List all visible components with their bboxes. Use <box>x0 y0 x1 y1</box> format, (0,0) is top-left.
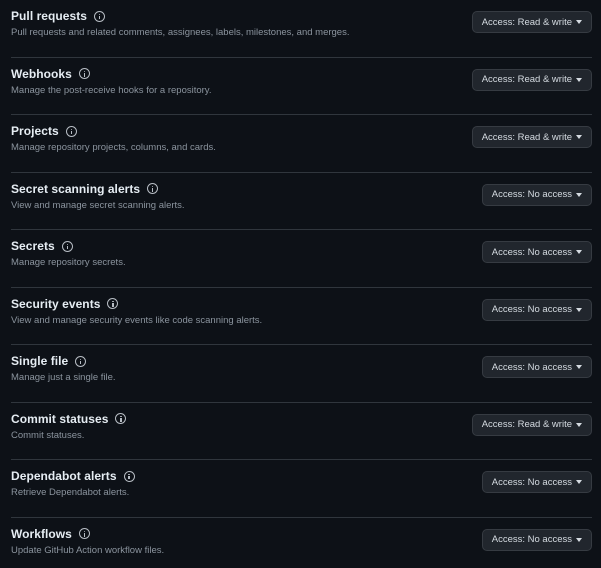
access-label: Access: No access <box>491 476 572 488</box>
permission-row-webhooks: Webhooks Manage the post-receive hooks f… <box>0 58 601 115</box>
permission-description: Manage just a single file. <box>11 372 116 383</box>
permission-title-line: Pull requests <box>11 8 106 24</box>
access-dropdown-button[interactable]: Access: Read & write <box>471 11 592 33</box>
info-icon[interactable] <box>107 298 119 309</box>
permission-title-line: Secret scanning alerts <box>11 181 159 197</box>
access-dropdown-button[interactable]: Access: Read & write <box>471 126 592 148</box>
access-label: Access: Read & write <box>481 419 572 430</box>
access-dropdown-button[interactable]: Access: No access <box>481 356 592 378</box>
permission-description: Pull requests and related comments, assi… <box>11 27 350 38</box>
permission-title: Security events <box>11 296 101 311</box>
permission-title: Commit statuses <box>11 411 109 426</box>
caret-down-icon <box>576 480 582 484</box>
caret-down-icon <box>576 307 582 312</box>
permission-description: Commit statuses. <box>11 429 85 441</box>
permission-row-security-events: Security events View and manage security… <box>0 288 601 345</box>
permission-title: Pull requests <box>11 9 88 23</box>
access-dropdown-button[interactable]: Access: No access <box>481 241 592 263</box>
permission-description: Manage repository projects, columns, and… <box>11 142 216 153</box>
permissions-list: Pull requests Pull requests and related … <box>0 0 601 568</box>
permission-title: Webhooks <box>11 66 72 81</box>
caret-down-icon <box>576 192 582 197</box>
access-label: Access: No access <box>491 361 572 373</box>
permission-title-line: Workflows <box>11 526 90 542</box>
access-dropdown-button[interactable]: Access: No access <box>481 471 592 493</box>
info-icon[interactable] <box>78 68 90 79</box>
caret-down-icon <box>576 135 582 139</box>
info-icon[interactable] <box>123 470 135 482</box>
permission-row-single-file: Single file Manage just a single file. A… <box>0 345 601 403</box>
permission-title: Dependabot alerts <box>11 469 117 483</box>
access-dropdown-button[interactable]: Access: No access <box>481 528 592 551</box>
info-icon[interactable] <box>147 183 159 194</box>
info-icon[interactable] <box>75 355 87 367</box>
permission-title-line: Commit statuses <box>11 411 127 427</box>
permission-row-dependabot-alerts: Dependabot alerts Retrieve Dependabot al… <box>0 460 601 518</box>
caret-down-icon <box>576 365 582 369</box>
permission-title-line: Webhooks <box>11 66 90 82</box>
access-label: Access: Read & write <box>481 16 572 28</box>
access-label: Access: No access <box>491 304 572 315</box>
permission-row-pull-requests: Pull requests Pull requests and related … <box>0 0 601 58</box>
permission-title-line: Secrets <box>11 238 73 254</box>
access-label: Access: No access <box>491 189 572 200</box>
permission-title-line: Security events <box>11 296 119 312</box>
permission-description: Update GitHub Action workflow files. <box>11 544 165 556</box>
permission-title-line: Single file <box>11 353 87 369</box>
caret-down-icon <box>576 77 582 82</box>
permission-row-secrets: Secrets Manage repository secrets. Acces… <box>0 230 601 288</box>
permission-title-line: Projects <box>11 123 77 139</box>
permission-title: Secret scanning alerts <box>11 181 141 196</box>
permission-title-line: Dependabot alerts <box>11 468 135 484</box>
permission-title: Workflows <box>11 526 72 541</box>
permission-description: Retrieve Dependabot alerts. <box>11 487 130 498</box>
access-dropdown-button[interactable]: Access: No access <box>481 183 592 206</box>
access-label: Access: No access <box>491 246 572 258</box>
permission-row-commit-statuses: Commit statuses Commit statuses. Access:… <box>0 403 601 460</box>
caret-down-icon <box>576 537 582 542</box>
permission-title: Secrets <box>11 239 55 253</box>
permission-description: View and manage secret scanning alerts. <box>11 199 185 211</box>
info-icon[interactable] <box>115 413 127 424</box>
access-label: Access: No access <box>491 534 572 545</box>
permission-description: Manage repository secrets. <box>11 257 126 268</box>
permission-description: Manage the post-receive hooks for a repo… <box>11 84 212 96</box>
permission-title: Single file <box>11 354 69 368</box>
caret-down-icon <box>576 20 582 24</box>
permission-description: View and manage security events like cod… <box>11 314 263 326</box>
caret-down-icon <box>576 250 582 254</box>
permission-title: Projects <box>11 124 59 138</box>
access-label: Access: Read & write <box>481 131 572 143</box>
access-dropdown-button[interactable]: Access: No access <box>481 298 592 321</box>
access-dropdown-button[interactable]: Access: Read & write <box>471 68 592 91</box>
caret-down-icon <box>576 422 582 427</box>
info-icon[interactable] <box>94 10 106 22</box>
access-dropdown-button[interactable]: Access: Read & write <box>471 413 592 436</box>
permission-row-projects: Projects Manage repository projects, col… <box>0 115 601 173</box>
info-icon[interactable] <box>65 125 77 137</box>
permission-row-secret-scanning-alerts: Secret scanning alerts View and manage s… <box>0 173 601 230</box>
permission-row-workflows: Workflows Update GitHub Action workflow … <box>0 518 601 568</box>
info-icon[interactable] <box>78 528 90 539</box>
access-label: Access: Read & write <box>481 74 572 85</box>
info-icon[interactable] <box>61 240 73 252</box>
